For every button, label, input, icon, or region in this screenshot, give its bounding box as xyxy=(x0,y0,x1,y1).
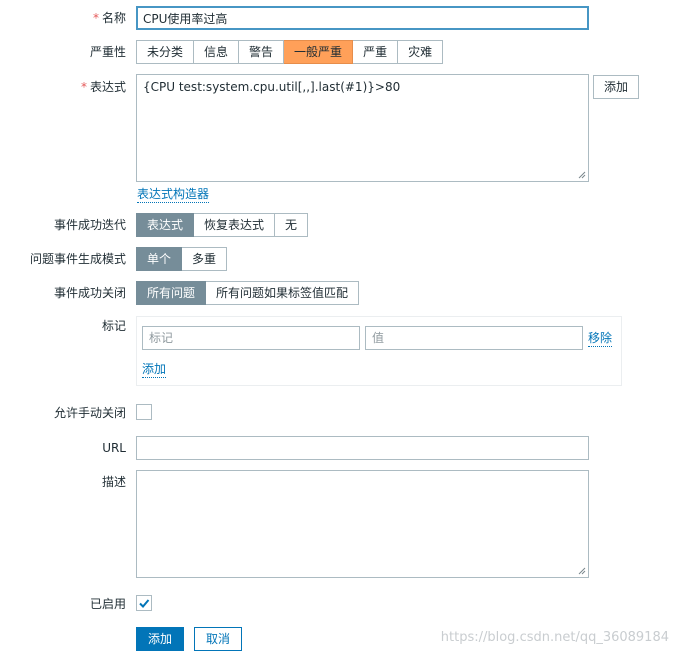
tag-value-input[interactable] xyxy=(365,326,583,350)
ok-event-expression[interactable]: 表达式 xyxy=(136,213,195,237)
watermark: https://blog.csdn.net/qq_36089184 xyxy=(440,630,669,645)
name-label: * 名称 xyxy=(92,11,126,25)
severity-high[interactable]: 严重 xyxy=(353,40,399,64)
description-label: 描述 xyxy=(101,475,126,489)
tag-name-input[interactable] xyxy=(142,326,360,350)
tag-add-link[interactable]: 添加 xyxy=(142,361,167,378)
manual-close-label: 允许手动关闭 xyxy=(53,406,126,420)
severity-segmented: 未分类 信息 警告 一般严重 严重 灾难 xyxy=(136,40,444,64)
description-textarea[interactable] xyxy=(136,470,589,578)
tag-remove-link[interactable]: 移除 xyxy=(588,330,613,347)
expression-textarea[interactable] xyxy=(136,74,589,182)
ok-close-segmented: 所有问题 所有问题如果标签值匹配 xyxy=(136,281,360,305)
ok-close-tag-match[interactable]: 所有问题如果标签值匹配 xyxy=(206,281,360,305)
severity-label: 严重性 xyxy=(89,45,126,59)
severity-not-classified[interactable]: 未分类 xyxy=(136,40,195,64)
expression-label: * 表达式 xyxy=(80,80,126,94)
tags-label: 标记 xyxy=(101,319,126,333)
manual-close-checkbox[interactable] xyxy=(136,404,152,420)
url-label: URL xyxy=(102,441,126,455)
enabled-label: 已启用 xyxy=(89,597,126,611)
problem-mode-segmented: 单个 多重 xyxy=(136,247,228,271)
severity-average[interactable]: 一般严重 xyxy=(284,40,354,64)
ok-close-all-problems[interactable]: 所有问题 xyxy=(136,281,207,305)
problem-mode-single[interactable]: 单个 xyxy=(136,247,183,271)
expression-constructor-link[interactable]: 表达式构造器 xyxy=(137,186,210,203)
resize-handle-icon[interactable] xyxy=(578,567,586,575)
cancel-button[interactable]: 取消 xyxy=(194,627,243,651)
problem-mode-label: 问题事件生成模式 xyxy=(29,252,126,266)
severity-information[interactable]: 信息 xyxy=(194,40,240,64)
enabled-checkbox[interactable] xyxy=(136,595,152,611)
severity-disaster[interactable]: 灾难 xyxy=(398,40,444,64)
ok-event-label: 事件成功迭代 xyxy=(53,218,126,232)
checkmark-icon xyxy=(139,599,150,608)
problem-mode-multiple[interactable]: 多重 xyxy=(182,247,228,271)
ok-event-recovery-expression[interactable]: 恢复表达式 xyxy=(194,213,276,237)
ok-close-label: 事件成功关闭 xyxy=(53,286,126,300)
ok-event-none[interactable]: 无 xyxy=(275,213,309,237)
add-button[interactable]: 添加 xyxy=(136,627,185,651)
ok-event-segmented: 表达式 恢复表达式 无 xyxy=(136,213,309,237)
expression-add-button[interactable]: 添加 xyxy=(593,75,640,99)
resize-handle-icon[interactable] xyxy=(578,171,586,179)
severity-warning[interactable]: 警告 xyxy=(239,40,285,64)
name-input[interactable] xyxy=(136,6,589,30)
url-input[interactable] xyxy=(136,436,589,460)
